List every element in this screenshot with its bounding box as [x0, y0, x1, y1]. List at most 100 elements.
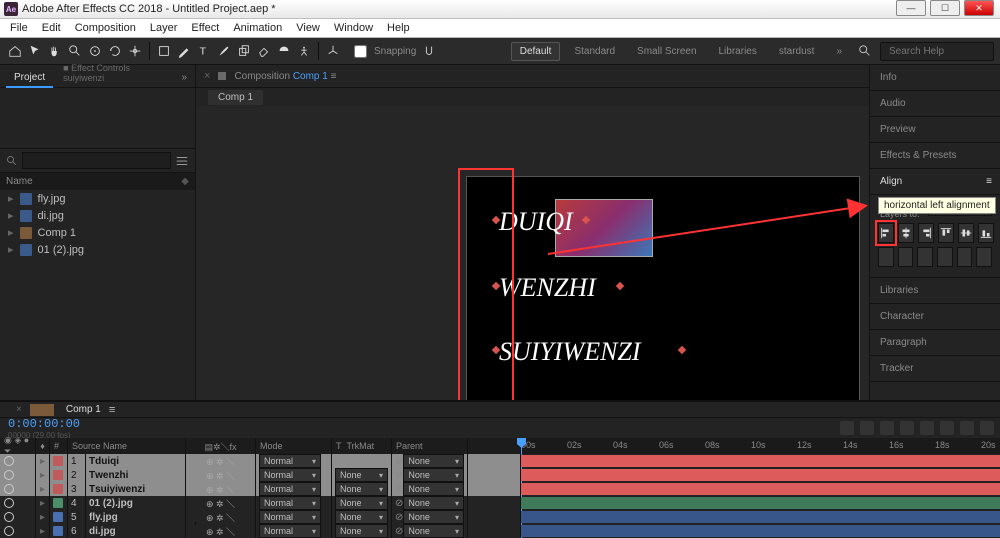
layer-row[interactable]: ▸401 (2).jpg⊕ ✲ ＼NormalNone⊘ None [0, 496, 520, 510]
panel-effects-presets[interactable]: Effects & Presets [870, 143, 1000, 169]
local-axis-icon[interactable] [324, 42, 342, 60]
brush-tool[interactable] [215, 42, 233, 60]
dist-top-icon[interactable] [878, 247, 894, 267]
trkmat-dropdown[interactable]: None [335, 468, 388, 482]
align-top-icon[interactable] [938, 223, 954, 243]
project-search-input[interactable] [22, 152, 171, 169]
col-parent[interactable]: Parent [392, 438, 468, 454]
workspace-more[interactable]: » [828, 43, 850, 60]
tab-effect-controls[interactable]: ■ Effect Controls suiyiwenzi [55, 59, 171, 87]
zoom-tool[interactable] [66, 42, 84, 60]
tab-project[interactable]: Project [6, 68, 53, 87]
rotate-tool[interactable] [106, 42, 124, 60]
align-hcenter-icon[interactable] [898, 223, 914, 243]
window-close[interactable]: ✕ [964, 0, 994, 16]
project-item[interactable]: ▸Comp 1 [0, 224, 195, 241]
text-tool[interactable]: T [195, 42, 213, 60]
tab-overflow[interactable]: » [173, 68, 195, 87]
trkmat-dropdown[interactable]: None [335, 496, 388, 510]
puppet-tool[interactable] [295, 42, 313, 60]
dist-bottom-icon[interactable] [917, 247, 933, 267]
align-bottom-icon[interactable] [978, 223, 994, 243]
trkmat-dropdown[interactable]: None [335, 524, 388, 538]
mode-dropdown[interactable]: Normal [259, 524, 321, 538]
panel-composition-label[interactable]: Composition Comp 1 ≡ [234, 71, 336, 82]
panel-preview[interactable]: Preview [870, 117, 1000, 143]
window-minimize[interactable]: — [896, 0, 926, 16]
selection-tool[interactable] [26, 42, 44, 60]
shape-tool[interactable] [155, 42, 173, 60]
tl-snap-icon[interactable] [980, 421, 994, 435]
panel-paragraph[interactable]: Paragraph [870, 330, 1000, 356]
align-vcenter-icon[interactable] [958, 223, 974, 243]
panel-audio[interactable]: Audio [870, 91, 1000, 117]
comp-crumb[interactable]: Comp 1 [208, 90, 263, 105]
panel-libraries[interactable]: Libraries [870, 278, 1000, 304]
tl-comp-icon[interactable] [860, 421, 874, 435]
workspace-stardust[interactable]: stardust [771, 43, 823, 60]
panel-align[interactable]: Align≡ [870, 169, 1000, 195]
timeline-panel[interactable]: × Comp 1 ≡ 0:00:00:00 00000 (29.00 fps) … [0, 400, 1000, 522]
dist-right-icon[interactable] [976, 247, 992, 267]
time-ruler[interactable]: 00s02s04s06s08s10s12s14s16s18s20s [521, 438, 1000, 454]
workspace-default[interactable]: Default [511, 42, 561, 61]
panel-character[interactable]: Character [870, 304, 1000, 330]
tl-graph-icon[interactable] [960, 421, 974, 435]
home-icon[interactable] [6, 42, 24, 60]
align-left-icon[interactable] [878, 223, 894, 243]
workspace-libraries[interactable]: Libraries [711, 43, 765, 60]
dist-hcenter-icon[interactable] [957, 247, 973, 267]
roto-tool[interactable] [275, 42, 293, 60]
tl-shy-icon[interactable] [880, 421, 894, 435]
menu-layer[interactable]: Layer [144, 20, 184, 36]
tl-mb-icon[interactable] [940, 421, 954, 435]
menu-composition[interactable]: Composition [69, 20, 142, 36]
mode-dropdown[interactable]: Normal [259, 496, 321, 510]
search-help-input[interactable] [887, 45, 987, 58]
workspace-standard[interactable]: Standard [566, 43, 623, 60]
parent-dropdown[interactable]: None [403, 524, 464, 538]
menu-animation[interactable]: Animation [227, 20, 288, 36]
col-source[interactable]: Source Name [68, 438, 186, 454]
menu-file[interactable]: File [4, 20, 34, 36]
panel-tracker[interactable]: Tracker [870, 356, 1000, 382]
tl-fx-icon[interactable] [900, 421, 914, 435]
project-item[interactable]: ▸di.jpg [0, 207, 195, 224]
menu-effect[interactable]: Effect [185, 20, 225, 36]
menu-view[interactable]: View [290, 20, 326, 36]
project-item[interactable]: ▸01 (2).jpg [0, 241, 195, 258]
search-icon[interactable] [856, 42, 874, 60]
menu-help[interactable]: Help [381, 20, 416, 36]
parent-dropdown[interactable]: None [403, 454, 464, 468]
timecode[interactable]: 0:00:00:00 [8, 417, 80, 431]
menu-window[interactable]: Window [328, 20, 379, 36]
pen-tool[interactable] [175, 42, 193, 60]
layer-row[interactable]: ▸1T duiqi⊕ ✲ ＼Normal⊘ None [0, 454, 520, 468]
snapping-toggle[interactable] [354, 45, 367, 58]
project-item[interactable]: ▸fly.jpg [0, 190, 195, 207]
tl-frame-icon[interactable] [920, 421, 934, 435]
parent-dropdown[interactable]: None [403, 468, 464, 482]
layer-row[interactable]: ▸3T suiyiwenzi⊕ ✲ ＼NormalNone⊘ None [0, 482, 520, 496]
layer-row[interactable]: ▸2T wenzhi⊕ ✲ ＼NormalNone⊘ None [0, 468, 520, 482]
timeline-tab[interactable]: Comp 1 [58, 402, 109, 417]
dist-vcenter-icon[interactable] [898, 247, 914, 267]
layer-row[interactable]: ▸6di.jpg⊕ ✲ ＼NormalNone⊘ None [0, 524, 520, 538]
mode-dropdown[interactable]: Normal [259, 482, 321, 496]
hand-tool[interactable] [46, 42, 64, 60]
clone-tool[interactable] [235, 42, 253, 60]
tl-search-icon[interactable] [840, 421, 854, 435]
eraser-tool[interactable] [255, 42, 273, 60]
trkmat-dropdown[interactable]: None [335, 482, 388, 496]
align-right-icon[interactable] [918, 223, 934, 243]
panel-info[interactable]: Info [870, 65, 1000, 91]
dist-left-icon[interactable] [937, 247, 953, 267]
list-view-icon[interactable] [175, 154, 189, 168]
col-mode[interactable]: Mode [256, 438, 332, 454]
project-column-header[interactable]: Name◆ [0, 173, 195, 190]
workspace-small[interactable]: Small Screen [629, 43, 704, 60]
snap-opts-icon[interactable] [420, 42, 438, 60]
anchor-tool[interactable] [126, 42, 144, 60]
mode-dropdown[interactable]: Normal [259, 468, 321, 482]
parent-dropdown[interactable]: None [403, 482, 464, 496]
